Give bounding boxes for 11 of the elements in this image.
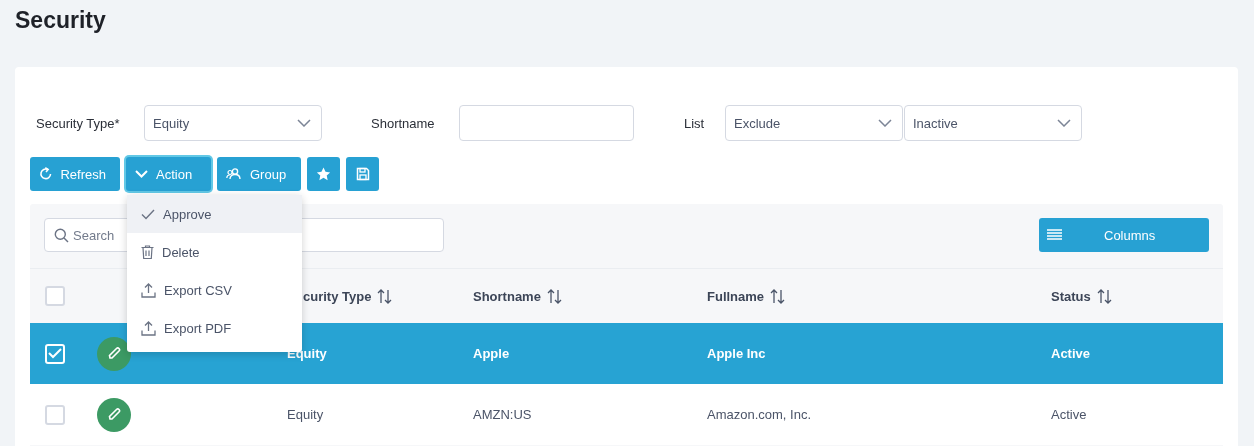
table-cell: Equity xyxy=(287,407,324,422)
table-cell: Apple Inc xyxy=(707,346,766,361)
page-title: Security xyxy=(14,6,107,35)
table-cell: Active xyxy=(1051,346,1091,361)
field-label: Security Type* xyxy=(36,115,121,131)
table-cell: Active xyxy=(1051,407,1087,422)
table-cell: Amazon.com, Inc. xyxy=(707,407,812,422)
field-label: List xyxy=(684,115,706,131)
table-cell: Apple xyxy=(473,346,510,361)
field-label: Shortname xyxy=(371,115,436,131)
table-cell: AMZN:US xyxy=(473,407,532,422)
